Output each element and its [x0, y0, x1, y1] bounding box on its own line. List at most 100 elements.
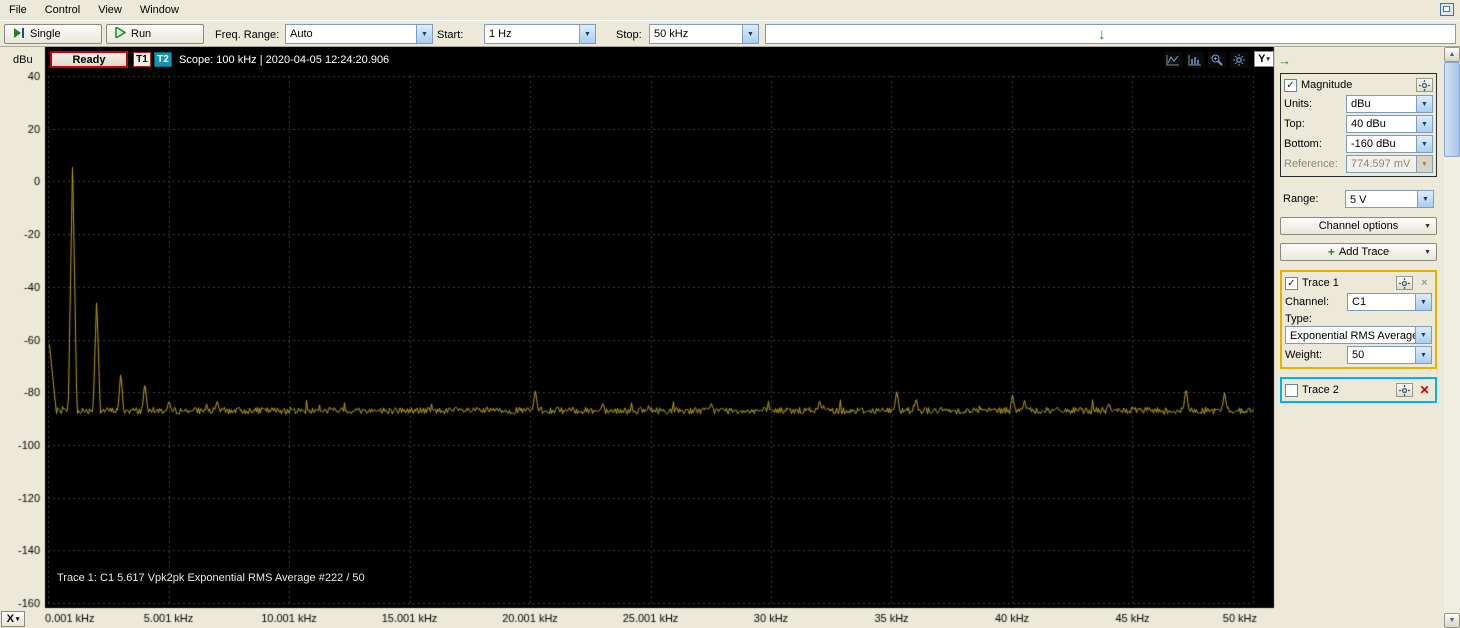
start-value: 1 Hz	[489, 28, 512, 40]
plot-region: dBu Ready T1 T2 Scope: 100 kHz | 2020-04…	[0, 47, 1460, 628]
run-button[interactable]: Run	[106, 24, 204, 44]
y-axis-selector-button[interactable]: Y ▾	[1254, 51, 1274, 67]
chevron-down-icon: ▼	[1416, 96, 1432, 112]
range-select[interactable]: 5 V ▼	[1345, 190, 1434, 208]
chevron-down-icon: ▼	[1424, 248, 1431, 256]
range-value: 5 V	[1350, 194, 1367, 206]
toolbar-combobox[interactable]: ↓	[765, 24, 1456, 44]
reference-label: Reference:	[1284, 158, 1338, 170]
chevron-down-icon: ▼	[579, 25, 595, 43]
trace1-label: Trace 1	[1302, 277, 1339, 289]
range-label: Range:	[1283, 193, 1319, 205]
trace-readout: Trace 1: C1 5.617 Vpk2pk Exponential RMS…	[57, 572, 365, 584]
magnitude-label: Magnitude	[1301, 79, 1353, 91]
restore-window-icon[interactable]	[1440, 3, 1454, 16]
check-icon: ✓	[1286, 79, 1295, 91]
menu-window[interactable]: Window	[131, 1, 188, 19]
settings-panel: ✓ Magnitude Units: dBu ▼ Top: 40 dBu ▼ B…	[1280, 73, 1437, 403]
trace2-close-icon[interactable]: ✕	[1417, 383, 1432, 397]
scroll-down-icon[interactable]: ▼	[1444, 613, 1460, 628]
single-icon	[13, 27, 25, 41]
plot-toolbar	[1164, 52, 1248, 68]
chevron-down-icon: ▾	[1266, 56, 1270, 63]
chevron-down-icon: ▼	[1415, 294, 1431, 310]
single-button-label: Single	[30, 28, 61, 40]
trace1-type-value: Exponential RMS Average	[1290, 330, 1415, 342]
trace1-groupbox: ✓ Trace 1 × Channel: C1 ▼ Type: Exponent…	[1280, 270, 1437, 369]
bottom-select[interactable]: -160 dBu ▼	[1346, 135, 1433, 153]
magnitude-checkbox[interactable]: ✓	[1284, 78, 1297, 92]
trace2-checkbox[interactable]	[1285, 383, 1298, 397]
trace2-groupbox: Trace 2 ✕	[1280, 377, 1437, 403]
chevron-down-icon: ▼	[1415, 327, 1431, 343]
plot-settings-icon[interactable]	[1230, 52, 1248, 68]
scope-info-text: Scope: 100 kHz | 2020-04-05 12:24:20.906	[179, 54, 390, 66]
green-down-arrow-icon[interactable]: ↓	[1098, 26, 1106, 43]
stop-value: 50 kHz	[654, 28, 689, 40]
trace1-type-select[interactable]: Exponential RMS Average ▼	[1285, 326, 1432, 344]
toolbar: Single Run Freq. Range: Auto ▼ Start: 1 …	[0, 20, 1460, 47]
vertical-scrollbar[interactable]: ▲ ▼	[1444, 47, 1460, 628]
trace1-close-icon[interactable]: ×	[1417, 276, 1432, 290]
add-trace-label: Add Trace	[1338, 246, 1390, 258]
top-select[interactable]: 40 dBu ▼	[1346, 115, 1433, 133]
range-row: Range: 5 V ▼	[1280, 189, 1437, 209]
scrollbar-thumb[interactable]	[1444, 62, 1460, 157]
freq-range-label: Freq. Range:	[215, 29, 280, 41]
scroll-up-icon[interactable]: ▲	[1444, 47, 1460, 62]
channel-options-button[interactable]: Channel options ▼	[1280, 217, 1437, 235]
trace1-channel-value: C1	[1352, 296, 1367, 308]
x-axis-selector-label: X	[6, 613, 14, 625]
spectrum-plot[interactable]	[0, 47, 1278, 628]
units-select[interactable]: dBu ▼	[1346, 95, 1433, 113]
chevron-down-icon: ▼	[1417, 191, 1433, 207]
green-right-arrow-icon[interactable]: →	[1278, 53, 1291, 68]
plus-icon: +	[1327, 245, 1335, 259]
menu-file[interactable]: File	[0, 1, 36, 19]
top-value: 40 dBu	[1351, 118, 1386, 130]
menubar: File Control View Window	[0, 0, 1460, 20]
trace1-weight-label: Weight:	[1285, 349, 1323, 361]
top-label: Top:	[1284, 118, 1305, 130]
run-icon	[115, 25, 127, 41]
chevron-down-icon: ▼	[1424, 222, 1431, 230]
menu-control[interactable]: Control	[36, 1, 89, 19]
chevron-down-icon: ▼	[416, 25, 432, 43]
trace2-gear-icon[interactable]	[1396, 383, 1413, 397]
status-text: Ready	[72, 53, 106, 66]
trace1-weight-value: 50	[1352, 349, 1365, 361]
units-value: dBu	[1351, 98, 1371, 110]
zoom-fit-icon[interactable]	[1164, 52, 1182, 68]
chevron-down-icon: ▼	[742, 25, 758, 43]
magnitude-gear-icon[interactable]	[1416, 78, 1433, 92]
add-trace-button[interactable]: + Add Trace ▼	[1280, 243, 1437, 261]
menu-view[interactable]: View	[89, 1, 131, 19]
zoom-in-icon[interactable]	[1208, 52, 1226, 68]
trace1-checkbox[interactable]: ✓	[1285, 276, 1298, 290]
channel-options-label: Channel options	[1318, 220, 1399, 232]
chevron-down-icon: ▾	[15, 616, 20, 623]
reference-select: 774.597 mV ▼	[1346, 155, 1433, 173]
y-axis-selector-label: Y	[1258, 53, 1266, 65]
freq-range-select[interactable]: Auto ▼	[285, 24, 433, 44]
bottom-value: -160 dBu	[1351, 138, 1396, 150]
stop-select[interactable]: 50 kHz ▼	[649, 24, 759, 44]
start-select[interactable]: 1 Hz ▼	[484, 24, 596, 44]
run-button-label: Run	[131, 28, 152, 40]
trace1-channel-label: Channel:	[1285, 296, 1330, 308]
trace1-gear-icon[interactable]	[1396, 276, 1413, 290]
tab-trace2[interactable]: T2	[154, 52, 172, 67]
x-axis-selector[interactable]: X ▾	[1, 611, 25, 627]
trace1-weight-select[interactable]: 50 ▼	[1347, 346, 1432, 364]
restore-window-icon-inner	[1443, 6, 1450, 12]
trace2-label: Trace 2	[1302, 384, 1339, 396]
chevron-down-icon: ▼	[1416, 116, 1432, 132]
single-button[interactable]: Single	[4, 24, 102, 44]
trace1-channel-select[interactable]: C1 ▼	[1347, 293, 1432, 311]
magnitude-groupbox: ✓ Magnitude Units: dBu ▼ Top: 40 dBu ▼ B…	[1280, 73, 1437, 177]
histogram-icon[interactable]	[1186, 52, 1204, 68]
freq-range-value: Auto	[290, 28, 313, 40]
tab-trace1[interactable]: T1	[133, 52, 151, 67]
chevron-down-icon: ▼	[1416, 156, 1432, 172]
chevron-down-icon: ▼	[1416, 136, 1432, 152]
